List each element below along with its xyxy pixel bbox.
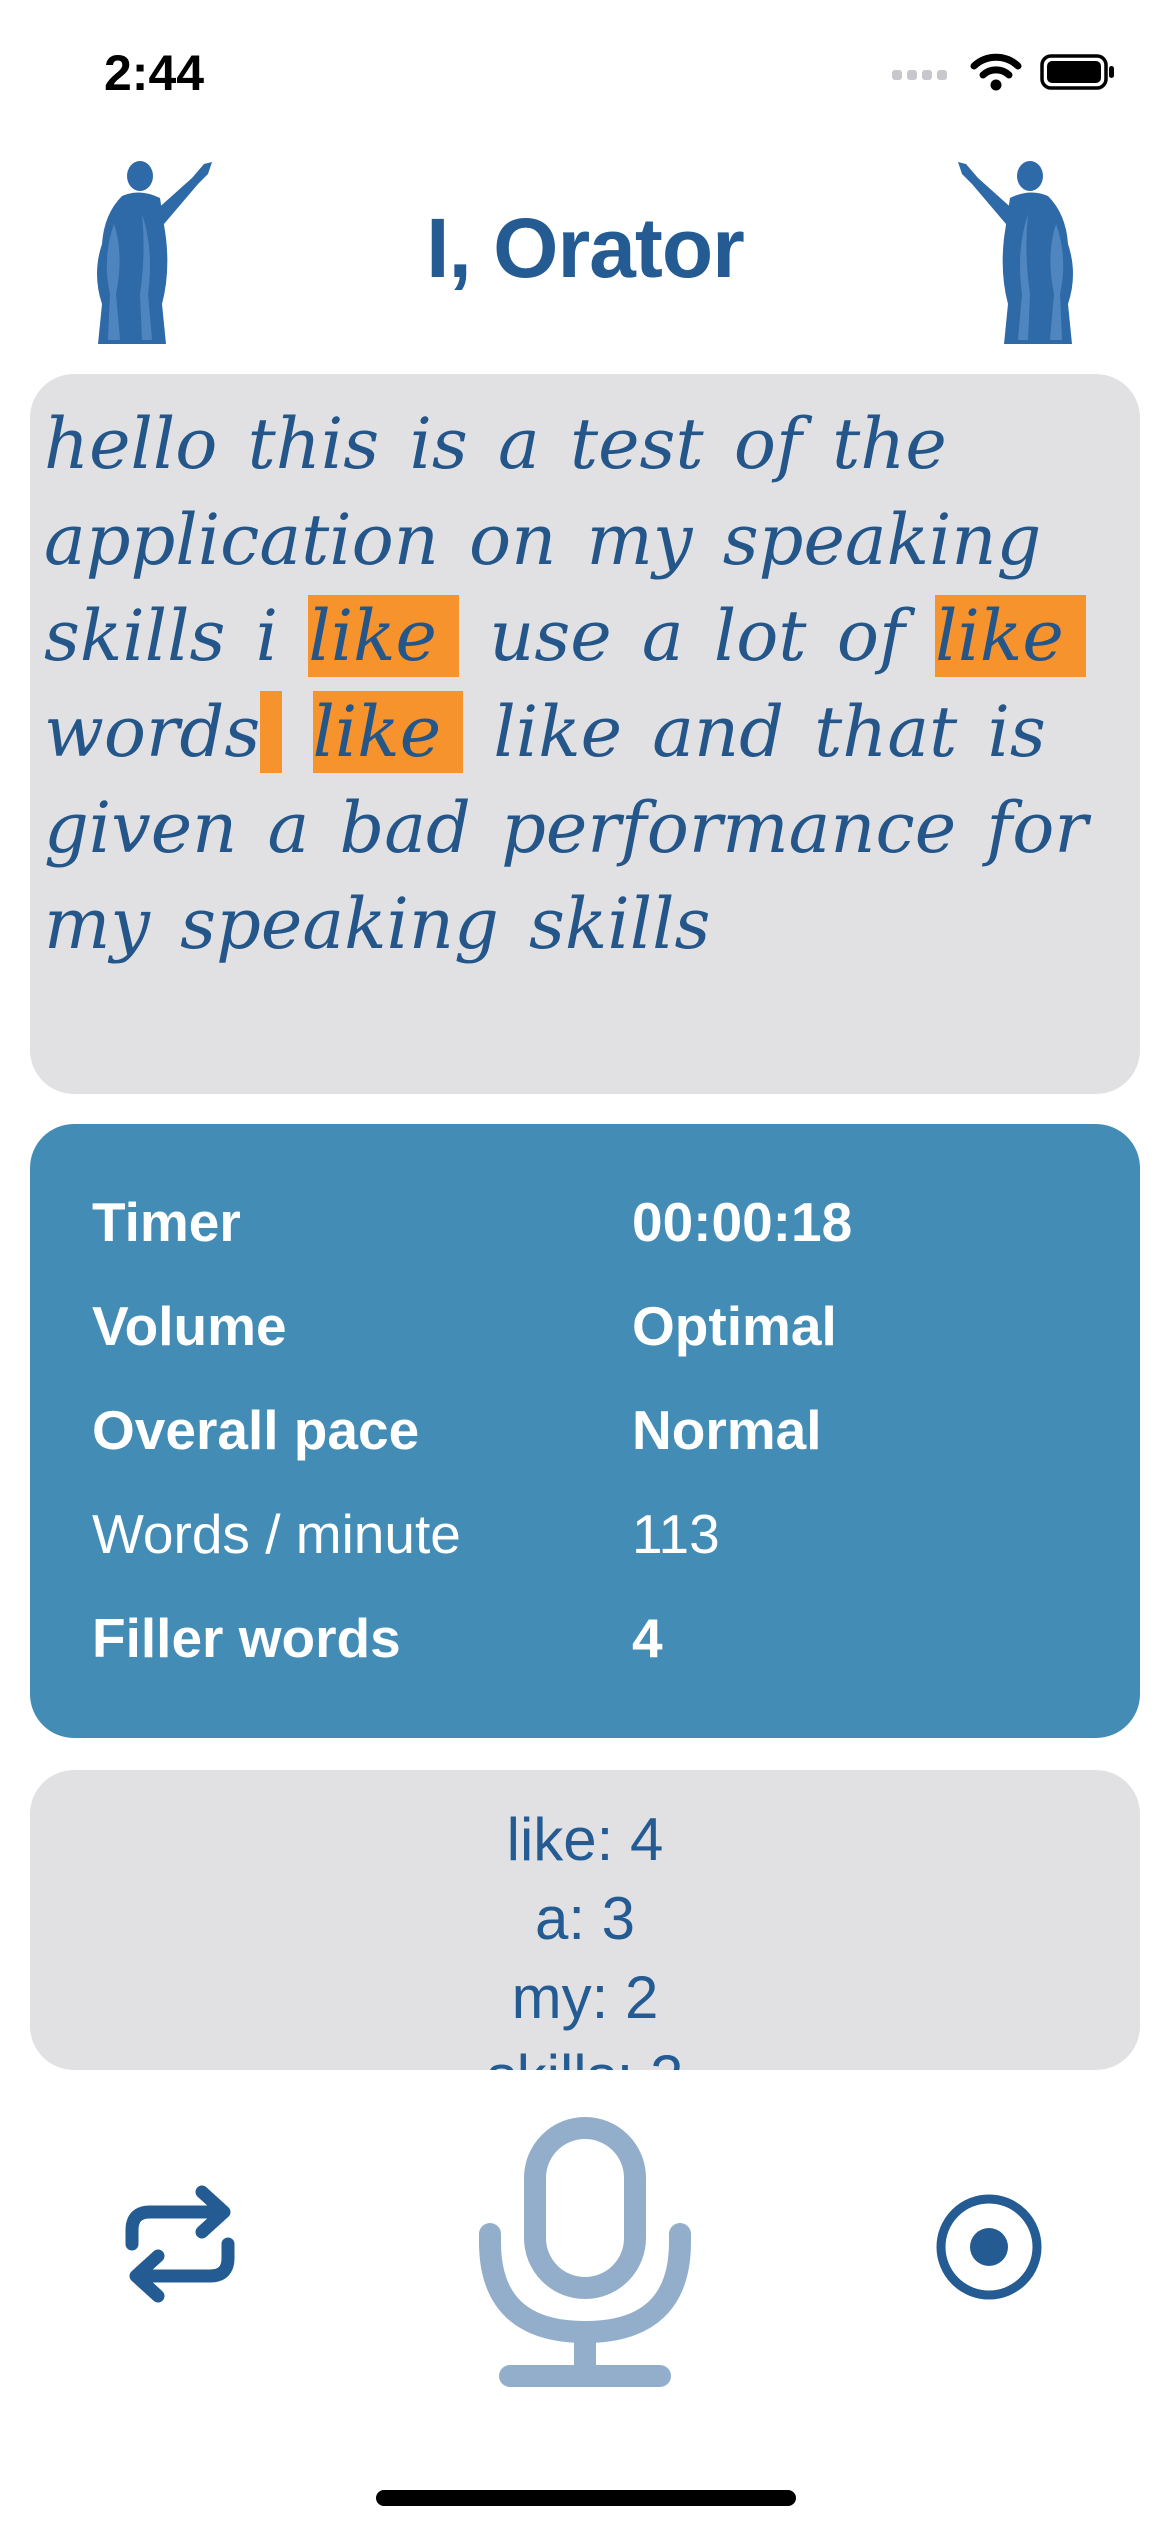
list-item: like: 4 (506, 1806, 664, 1873)
stats-row-timer: Timer 00:00:18 (92, 1190, 1092, 1270)
stats-value: 4 (632, 1607, 663, 1669)
stats-value: Optimal (632, 1295, 837, 1357)
list-item: skills: 2 (30, 2037, 1140, 2070)
orator-statue-icon (958, 161, 1073, 344)
stats-row-words-per-minute: Words / minute 113 (92, 1502, 1092, 1582)
record-icon[interactable] (934, 2192, 1044, 2302)
speech-stats-panel: Timer 00:00:18 Volume Optimal Overall pa… (30, 1124, 1140, 1738)
status-time: 2:44 (104, 45, 205, 101)
app-header: I, Orator (0, 140, 1170, 350)
stats-label: Words / minute (92, 1503, 461, 1565)
stats-row-overall-pace: Overall pace Normal (92, 1398, 1092, 1478)
filler-frequency-list: like: 4 a: 3 my: 2 skills: 2 (30, 1800, 1140, 2070)
stats-label: Volume (92, 1295, 287, 1357)
filler-word-highlight (260, 691, 283, 773)
transcript-segment: words (44, 691, 261, 773)
list-item: a: 3 (534, 1885, 636, 1952)
transcript-segment: use a lot of (489, 595, 905, 677)
filler-frequency-panel[interactable]: like: 4 a: 3 my: 2 skills: 2 (30, 1770, 1140, 2070)
list-item: my: 2 (511, 1964, 659, 2031)
stats-value: 113 (632, 1503, 720, 1565)
stats-label: Timer (92, 1191, 241, 1253)
stats-row-volume: Volume Optimal (92, 1294, 1092, 1374)
battery-icon (1040, 54, 1114, 90)
stats-label: Filler words (92, 1607, 401, 1669)
transcript-text: hello this is a test of the application … (44, 396, 1124, 972)
stats-value: 00:00:18 (632, 1191, 853, 1253)
repeat-icon[interactable] (118, 2182, 242, 2306)
transcript-panel[interactable]: hello this is a test of the application … (30, 374, 1140, 1094)
recording-controls (0, 2100, 1170, 2400)
wifi-icon (970, 53, 1022, 91)
microphone-icon[interactable] (470, 2114, 700, 2394)
filler-word-highlight: like (935, 595, 1086, 677)
stats-value: Normal (632, 1399, 822, 1461)
status-bar: 2:44 (0, 0, 1170, 140)
status-icons (892, 48, 1116, 96)
home-indicator[interactable] (376, 2490, 796, 2506)
filler-word-highlight: like (308, 595, 459, 677)
filler-word-highlight: like (312, 691, 464, 773)
stats-label: Overall pace (92, 1399, 420, 1461)
stats-row-filler-words: Filler words 4 (92, 1606, 1092, 1686)
cellular-signal-icon (892, 70, 947, 80)
app-screen: 2:44 I, Orator hello this is a test of t… (0, 0, 1170, 2532)
